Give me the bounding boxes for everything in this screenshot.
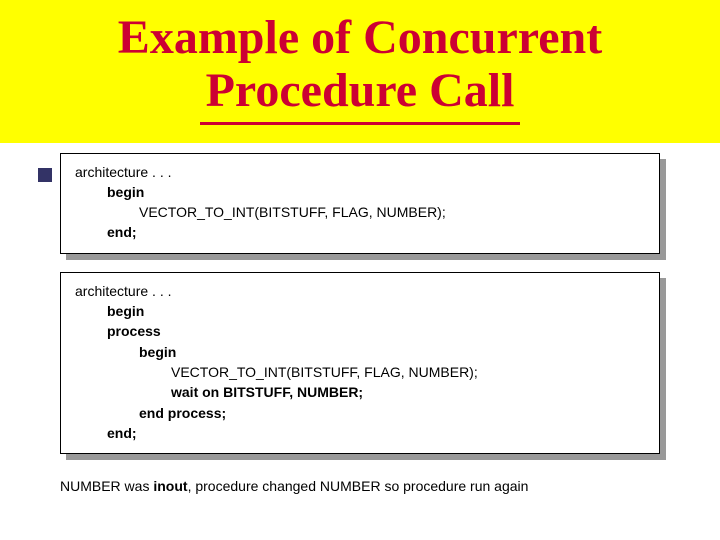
code-box-2: architecture . . . begin process begin V… (60, 272, 660, 454)
footer-note: NUMBER was inout, procedure changed NUMB… (0, 472, 720, 494)
code-line: wait on BITSTUFF, NUMBER; (75, 382, 645, 402)
code-line: architecture . . . (75, 162, 645, 182)
footer-post: , procedure changed NUMBER so procedure … (188, 478, 529, 494)
code-area: architecture . . . begin VECTOR_TO_INT(B… (0, 143, 720, 455)
bullet-marker (38, 168, 52, 182)
footer-keyword: inout (153, 478, 187, 494)
code-line: begin (75, 342, 645, 362)
title-band: Example of Concurrent Procedure Call (0, 0, 720, 143)
code-line: architecture . . . (75, 281, 645, 301)
code-line: end; (75, 222, 645, 242)
title-line-2: Procedure Call (200, 65, 521, 125)
code-box-2-body: architecture . . . begin process begin V… (60, 272, 660, 454)
slide-title: Example of Concurrent Procedure Call (20, 12, 700, 125)
code-line: end; (75, 423, 645, 443)
code-line: end process; (75, 403, 645, 423)
code-box-1: architecture . . . begin VECTOR_TO_INT(B… (60, 153, 660, 254)
code-line: begin (75, 301, 645, 321)
title-line-1: Example of Concurrent (118, 11, 602, 64)
code-box-1-body: architecture . . . begin VECTOR_TO_INT(B… (60, 153, 660, 254)
code-line: VECTOR_TO_INT(BITSTUFF, FLAG, NUMBER); (75, 362, 645, 382)
code-line: VECTOR_TO_INT(BITSTUFF, FLAG, NUMBER); (75, 202, 645, 222)
footer-pre: NUMBER was (60, 478, 153, 494)
code-line: process (75, 321, 645, 341)
code-line: begin (75, 182, 645, 202)
